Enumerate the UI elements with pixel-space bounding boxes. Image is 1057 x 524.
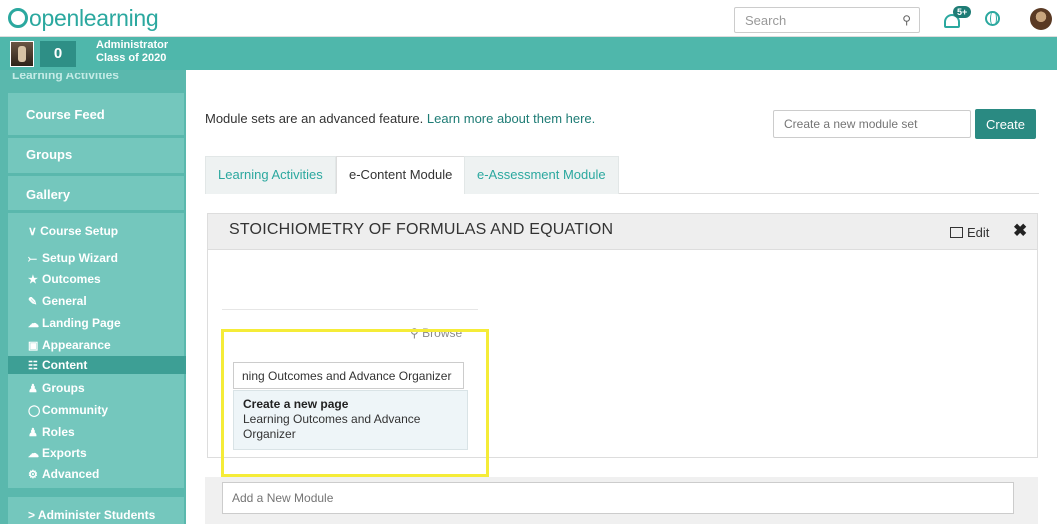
setup-item-outcomes[interactable]: ★ Outcomes (28, 272, 101, 286)
create-button[interactable]: Create (975, 109, 1036, 139)
chevron-right-icon: > (28, 508, 38, 522)
sidebar-item-learning-activities-cut[interactable]: Learning Activities (0, 73, 186, 85)
suggestion-body: Learning Outcomes and Advance Organizer (243, 412, 421, 441)
setup-item-roles[interactable]: ♟ Roles (28, 425, 75, 439)
top-navbar: openlearning Search ⚲ 5+ (0, 0, 1057, 37)
image-icon: ▣ (28, 340, 39, 352)
openlearning-logo[interactable]: openlearning (8, 5, 159, 32)
new-module-set-input[interactable] (773, 110, 971, 138)
sidebar-label-course-feed[interactable]: Course Feed (26, 107, 105, 122)
setup-item-community[interactable]: ◯ Community (28, 403, 108, 417)
magic-wand-icon: ⤚ (28, 253, 37, 265)
tab-e-content-module[interactable]: e-Content Module (336, 156, 466, 194)
user-photo[interactable] (10, 41, 34, 67)
user-avatar[interactable] (1030, 8, 1052, 30)
setup-item-landing-page[interactable]: ☁ Landing Page (28, 316, 121, 330)
user-icon: ♟ (28, 427, 38, 439)
edit-module-button[interactable]: Edit (950, 225, 989, 240)
sidebar-item-course-setup[interactable]: ∨ Course Setup (28, 224, 118, 238)
setup-item-appearance[interactable]: ▣ Appearance (28, 338, 111, 352)
edit-icon: ✎ (28, 296, 38, 308)
cogs-icon: ⚙ (28, 469, 38, 481)
module-title: STOICHIOMETRY OF FORMULAS AND EQUATION (229, 221, 614, 238)
tab-e-assessment-module[interactable]: e-Assessment Module (464, 156, 619, 194)
user-class: Class of 2020 (96, 52, 167, 64)
setup-item-exports[interactable]: ☁ Exports (28, 446, 87, 460)
sidebar-label-groups[interactable]: Groups (26, 147, 72, 162)
add-module-input[interactable] (222, 482, 1014, 514)
community-icon: ◯ (28, 405, 41, 417)
setup-item-content[interactable]: ☷ Content (8, 356, 186, 374)
star-icon: ★ (28, 274, 38, 286)
setup-item-general[interactable]: ✎ General (28, 294, 87, 308)
search-icon[interactable]: ⚲ (902, 13, 911, 27)
notifications-button[interactable]: 5+ (944, 6, 972, 30)
edit-icon (950, 227, 963, 238)
suggestion-title: Create a new page (243, 397, 349, 411)
users-icon: ♟ (28, 383, 38, 395)
setup-item-groups[interactable]: ♟ Groups (28, 381, 85, 395)
sidebar-label-administer-students[interactable]: > Administer Students (28, 508, 155, 522)
sitemap-icon: ☷ (28, 360, 38, 372)
create-page-suggestion[interactable]: Create a new page Learning Outcomes and … (233, 390, 468, 450)
user-info: Administrator Class of 2020 (96, 39, 168, 65)
sidebar-label-gallery[interactable]: Gallery (26, 187, 70, 202)
content-divider (222, 309, 478, 310)
cloud-icon: ☁ (28, 318, 39, 330)
tab-learning-activities[interactable]: Learning Activities (205, 156, 336, 194)
learn-more-link[interactable]: Learn more about them here. (427, 111, 595, 126)
search-box[interactable]: Search ⚲ (734, 7, 920, 33)
page-title-input[interactable] (233, 362, 464, 389)
module-sets-notice: Module sets are an advanced feature. Lea… (205, 111, 596, 126)
globe-icon[interactable] (985, 11, 1000, 26)
search-input[interactable]: Search (745, 13, 786, 28)
notification-badge: 5+ (953, 6, 972, 18)
cloud-download-icon: ☁ (28, 448, 39, 460)
setup-item-advanced[interactable]: ⚙ Advanced (28, 467, 99, 481)
setup-item-setup-wizard[interactable]: ⤚ Setup Wizard (28, 251, 118, 266)
user-points: 0 (40, 41, 76, 67)
user-name: Administrator (96, 39, 169, 51)
chevron-down-icon: ∨ (28, 224, 41, 238)
close-module-button[interactable]: ✖ (1013, 221, 1027, 241)
